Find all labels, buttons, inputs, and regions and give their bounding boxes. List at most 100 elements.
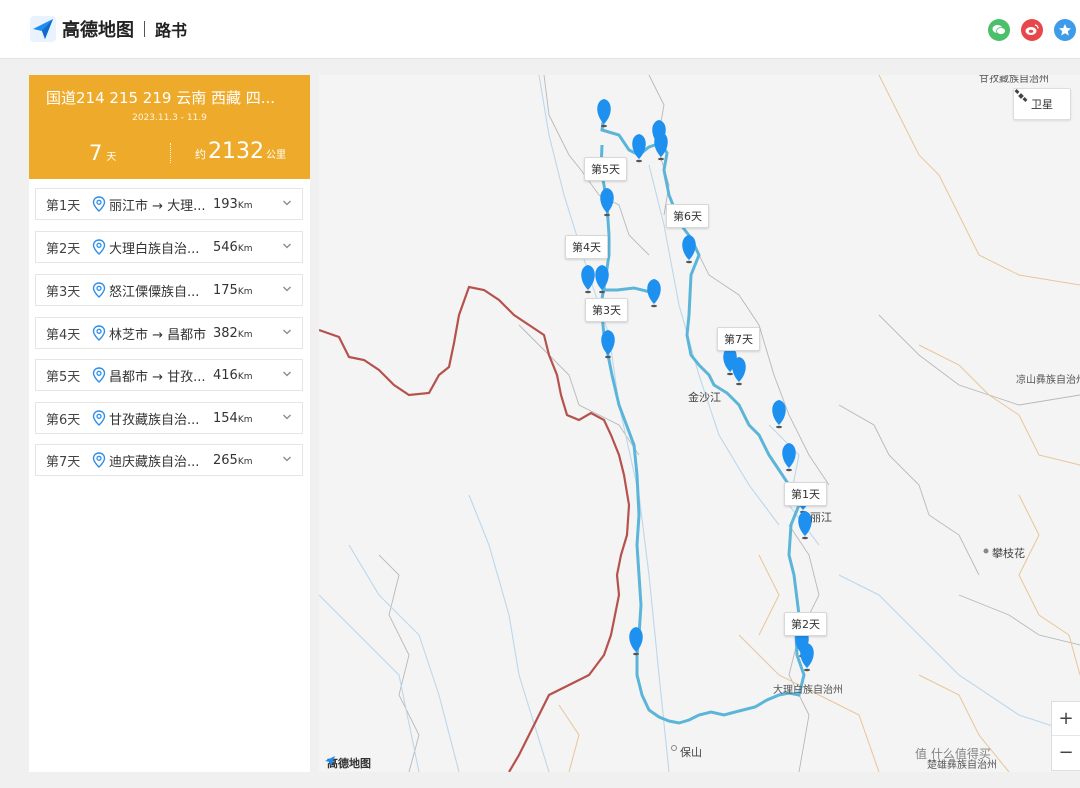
location-pin-icon: [92, 325, 106, 341]
day-tag-4[interactable]: 第4天: [565, 235, 608, 259]
route-line-branch: [599, 279, 655, 295]
day-stops: 大理白族自治...: [109, 241, 200, 257]
location-pin-icon: [92, 367, 106, 383]
city-dot-panzhihua: [983, 548, 989, 554]
route-days: 7天: [89, 141, 116, 165]
map-view[interactable]: 金沙江 丽江 攀枝花 大理白族自治州 保山 凉山彝族自治州 甘孜藏族自治州 楚雄…: [319, 75, 1080, 772]
map-label-dali: 大理白族自治州: [773, 685, 843, 696]
days-unit: 天: [106, 152, 117, 163]
day-label: 第3天: [46, 284, 81, 300]
day-tag-5[interactable]: 第5天: [584, 157, 627, 181]
zoom-in-button[interactable]: +: [1052, 702, 1080, 735]
chevron-down-icon[interactable]: [282, 198, 292, 208]
day-item-3[interactable]: 第3天 怒江傈僳族自... 175Km: [35, 274, 303, 306]
day-stops: 丽江市 → 大理...: [109, 198, 206, 214]
map-label-baoshan: 保山: [680, 746, 702, 759]
distance-prefix: 约: [195, 148, 206, 161]
map-label-liangshan: 凉山彝族自治州: [1016, 375, 1080, 386]
waypoint-marker[interactable]: [581, 265, 595, 294]
day-item-7[interactable]: 第7天 迪庆藏族自治... 265Km: [35, 444, 303, 476]
route-panel: 国道214 215 219 云南 西藏 四... 2023.11.3 - 11.…: [29, 75, 310, 772]
waypoint-marker[interactable]: [632, 134, 646, 163]
map-label-jinshajiang: 金沙江: [688, 391, 721, 404]
logo-divider: [144, 21, 145, 37]
day-item-6[interactable]: 第6天 甘孜藏族自治... 154Km: [35, 402, 303, 434]
logo[interactable]: 高德地图 路书: [30, 16, 187, 42]
day-tag-1[interactable]: 第1天: [784, 482, 827, 506]
days-count: 7: [89, 141, 103, 165]
day-distance: 382Km: [213, 325, 253, 341]
day-item-4[interactable]: 第4天 林芝市 → 昌都市 382Km: [35, 317, 303, 349]
amap-logo-icon: [30, 16, 56, 42]
waypoint-marker[interactable]: [647, 279, 661, 308]
day-label: 第1天: [46, 198, 81, 214]
day-stops: 昌都市 → 甘孜...: [109, 369, 206, 385]
day-tag-6[interactable]: 第6天: [666, 204, 709, 228]
day-item-5[interactable]: 第5天 昌都市 → 甘孜... 416Km: [35, 359, 303, 391]
satellite-icon: [1014, 89, 1028, 102]
day-tag-7[interactable]: 第7天: [717, 327, 760, 351]
day-stops: 迪庆藏族自治...: [109, 454, 200, 470]
weibo-icon: [1025, 24, 1039, 35]
waypoint-marker[interactable]: [782, 443, 796, 472]
summary-divider: [170, 143, 171, 163]
waypoint-marker[interactable]: [629, 627, 643, 656]
top-bar: 高德地图 路书: [0, 0, 1080, 59]
wechat-icon: [992, 25, 1006, 35]
wechat-share-button[interactable]: [988, 19, 1010, 41]
satellite-label: 卫星: [1031, 98, 1053, 111]
watermark: 值 什么值得买: [915, 747, 991, 761]
chevron-down-icon[interactable]: [282, 369, 292, 379]
weibo-share-button[interactable]: [1021, 19, 1043, 41]
location-pin-icon: [92, 410, 106, 426]
map-label-ganzi: 甘孜藏族自治州: [979, 75, 1049, 85]
day-distance: 416Km: [213, 367, 253, 383]
day-label: 第2天: [46, 241, 81, 257]
day-distance: 265Km: [213, 452, 253, 468]
day-label: 第4天: [46, 327, 81, 343]
zoom-control: + −: [1051, 701, 1080, 771]
favorite-icon: [1059, 24, 1071, 36]
section-title: 路书: [155, 21, 188, 40]
chevron-down-icon[interactable]: [282, 454, 292, 464]
day-label: 第7天: [46, 454, 81, 470]
day-label: 第6天: [46, 412, 81, 428]
route-summary: 国道214 215 219 云南 西藏 四... 2023.11.3 - 11.…: [29, 75, 310, 179]
day-item-1[interactable]: 第1天 丽江市 → 大理... 193Km: [35, 188, 303, 220]
day-distance: 154Km: [213, 410, 253, 426]
chevron-down-icon[interactable]: [282, 412, 292, 422]
admin-boundaries: [378, 75, 1080, 772]
waypoint-marker[interactable]: [772, 400, 786, 429]
map-label-lijiang: 丽江: [810, 511, 832, 524]
city-dot-baoshan: [671, 745, 677, 751]
chevron-down-icon[interactable]: [282, 327, 292, 337]
distance-value: 2132: [208, 139, 264, 164]
chevron-down-icon[interactable]: [282, 284, 292, 294]
day-stops: 林芝市 → 昌都市: [109, 327, 207, 343]
favorite-share-button[interactable]: [1054, 19, 1076, 41]
waypoint-marker[interactable]: [732, 357, 746, 386]
waypoint-marker[interactable]: [597, 99, 611, 128]
route-distance: 约2132 公里: [195, 139, 286, 164]
waypoint-marker[interactable]: [682, 235, 696, 264]
day-distance: 175Km: [213, 282, 253, 298]
map-label-panzhihua: 攀枝花: [992, 547, 1025, 560]
day-tag-2[interactable]: 第2天: [784, 612, 827, 636]
day-label: 第5天: [46, 369, 81, 385]
waypoint-marker[interactable]: [600, 188, 614, 217]
route-title: 国道214 215 219 云南 西藏 四...: [46, 89, 276, 107]
day-tag-3[interactable]: 第3天: [585, 298, 628, 322]
zoom-out-button[interactable]: −: [1052, 735, 1080, 769]
map-brand: 高德地图: [324, 755, 371, 771]
day-item-2[interactable]: 第2天 大理白族自治... 546Km: [35, 231, 303, 263]
chevron-down-icon[interactable]: [282, 241, 292, 251]
location-pin-icon: [92, 282, 106, 298]
logo-text: 高德地图: [62, 20, 134, 41]
distance-unit: 公里: [266, 150, 286, 161]
location-pin-icon: [92, 239, 106, 255]
route-date: 2023.11.3 - 11.9: [132, 113, 207, 123]
map-canvas[interactable]: [319, 75, 1080, 772]
day-distance: 193Km: [213, 196, 253, 212]
waypoint-marker[interactable]: [601, 330, 615, 359]
satellite-toggle-button[interactable]: 卫星: [1013, 88, 1071, 120]
